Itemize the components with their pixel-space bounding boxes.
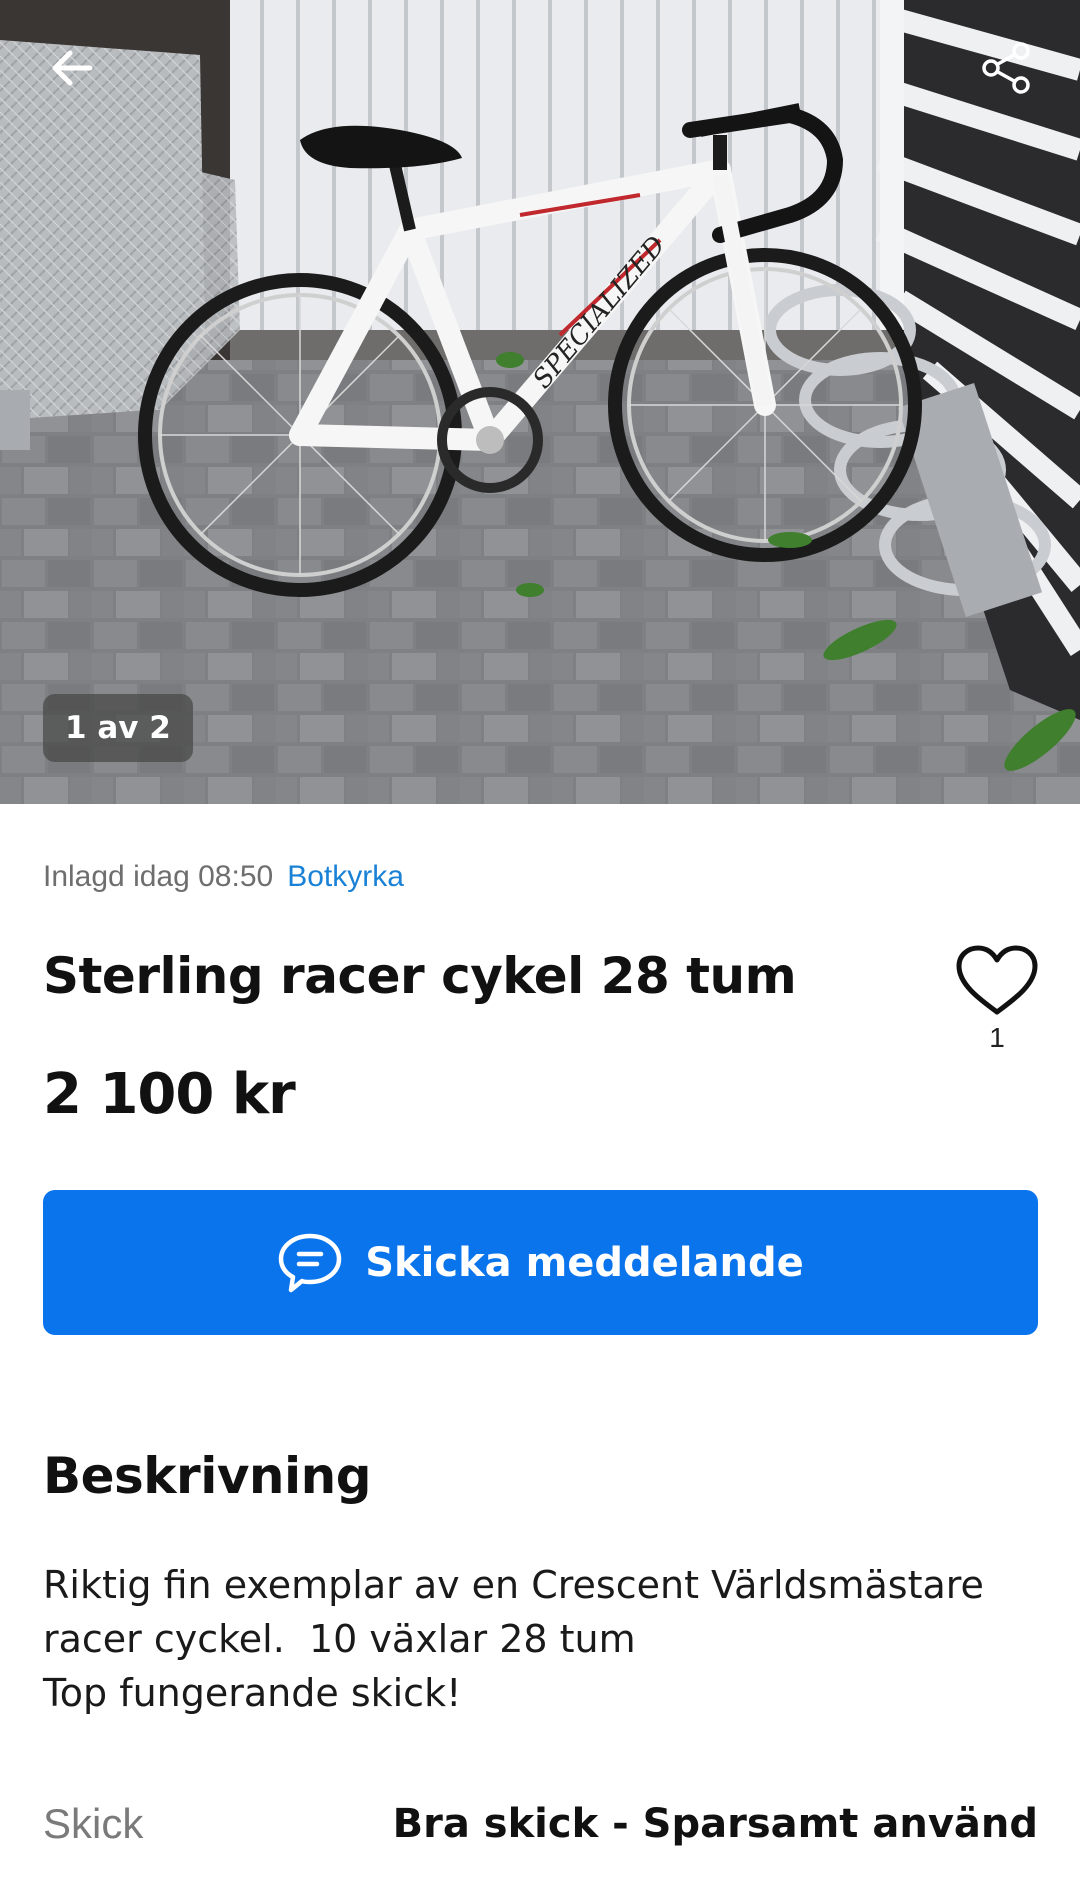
send-message-button[interactable]: Skicka meddelande — [43, 1190, 1038, 1335]
favorite-count: 1 — [989, 1022, 1005, 1053]
arrow-left-icon — [52, 50, 93, 86]
send-message-label: Skicka meddelande — [365, 1239, 804, 1286]
description-line: Riktig fin exemplar av en Crescent Värld… — [43, 1563, 984, 1607]
listing-meta: Inlagd idag 08:50 Botkyrka — [43, 858, 404, 896]
listing-title: Sterling racer cykel 28 tum — [43, 947, 797, 1005]
posted-time: Inlagd idag 08:50 — [43, 860, 274, 893]
listing-price: 2 100 kr — [43, 1062, 296, 1127]
share-button[interactable] — [970, 32, 1042, 104]
description-heading: Beskrivning — [43, 1447, 372, 1505]
favorite-button[interactable]: 1 — [950, 944, 1044, 1054]
description-line: Top fungerande skick! — [43, 1671, 462, 1715]
location-link[interactable]: Botkyrka — [287, 860, 404, 893]
listing-page: SPECIALIZED 1 av 2 Inlagd idag 08:50 Bot… — [0, 0, 1080, 1891]
back-button[interactable] — [36, 32, 108, 104]
condition-value: Bra skick - Sparsamt använd — [392, 1801, 1038, 1847]
listing-image[interactable]: SPECIALIZED 1 av 2 — [0, 0, 1080, 804]
share-icon — [982, 42, 1030, 94]
description-line: racer cyckel. 10 växlar 28 tum — [43, 1617, 636, 1661]
heart-outline-icon — [956, 945, 1038, 1015]
chat-bubble-icon — [279, 1233, 342, 1292]
description-text: Riktig fin exemplar av en Crescent Värld… — [43, 1558, 1033, 1720]
image-counter: 1 av 2 — [43, 694, 193, 762]
condition-label: Skick — [43, 1800, 144, 1847]
bike-photo: SPECIALIZED — [0, 0, 1080, 804]
